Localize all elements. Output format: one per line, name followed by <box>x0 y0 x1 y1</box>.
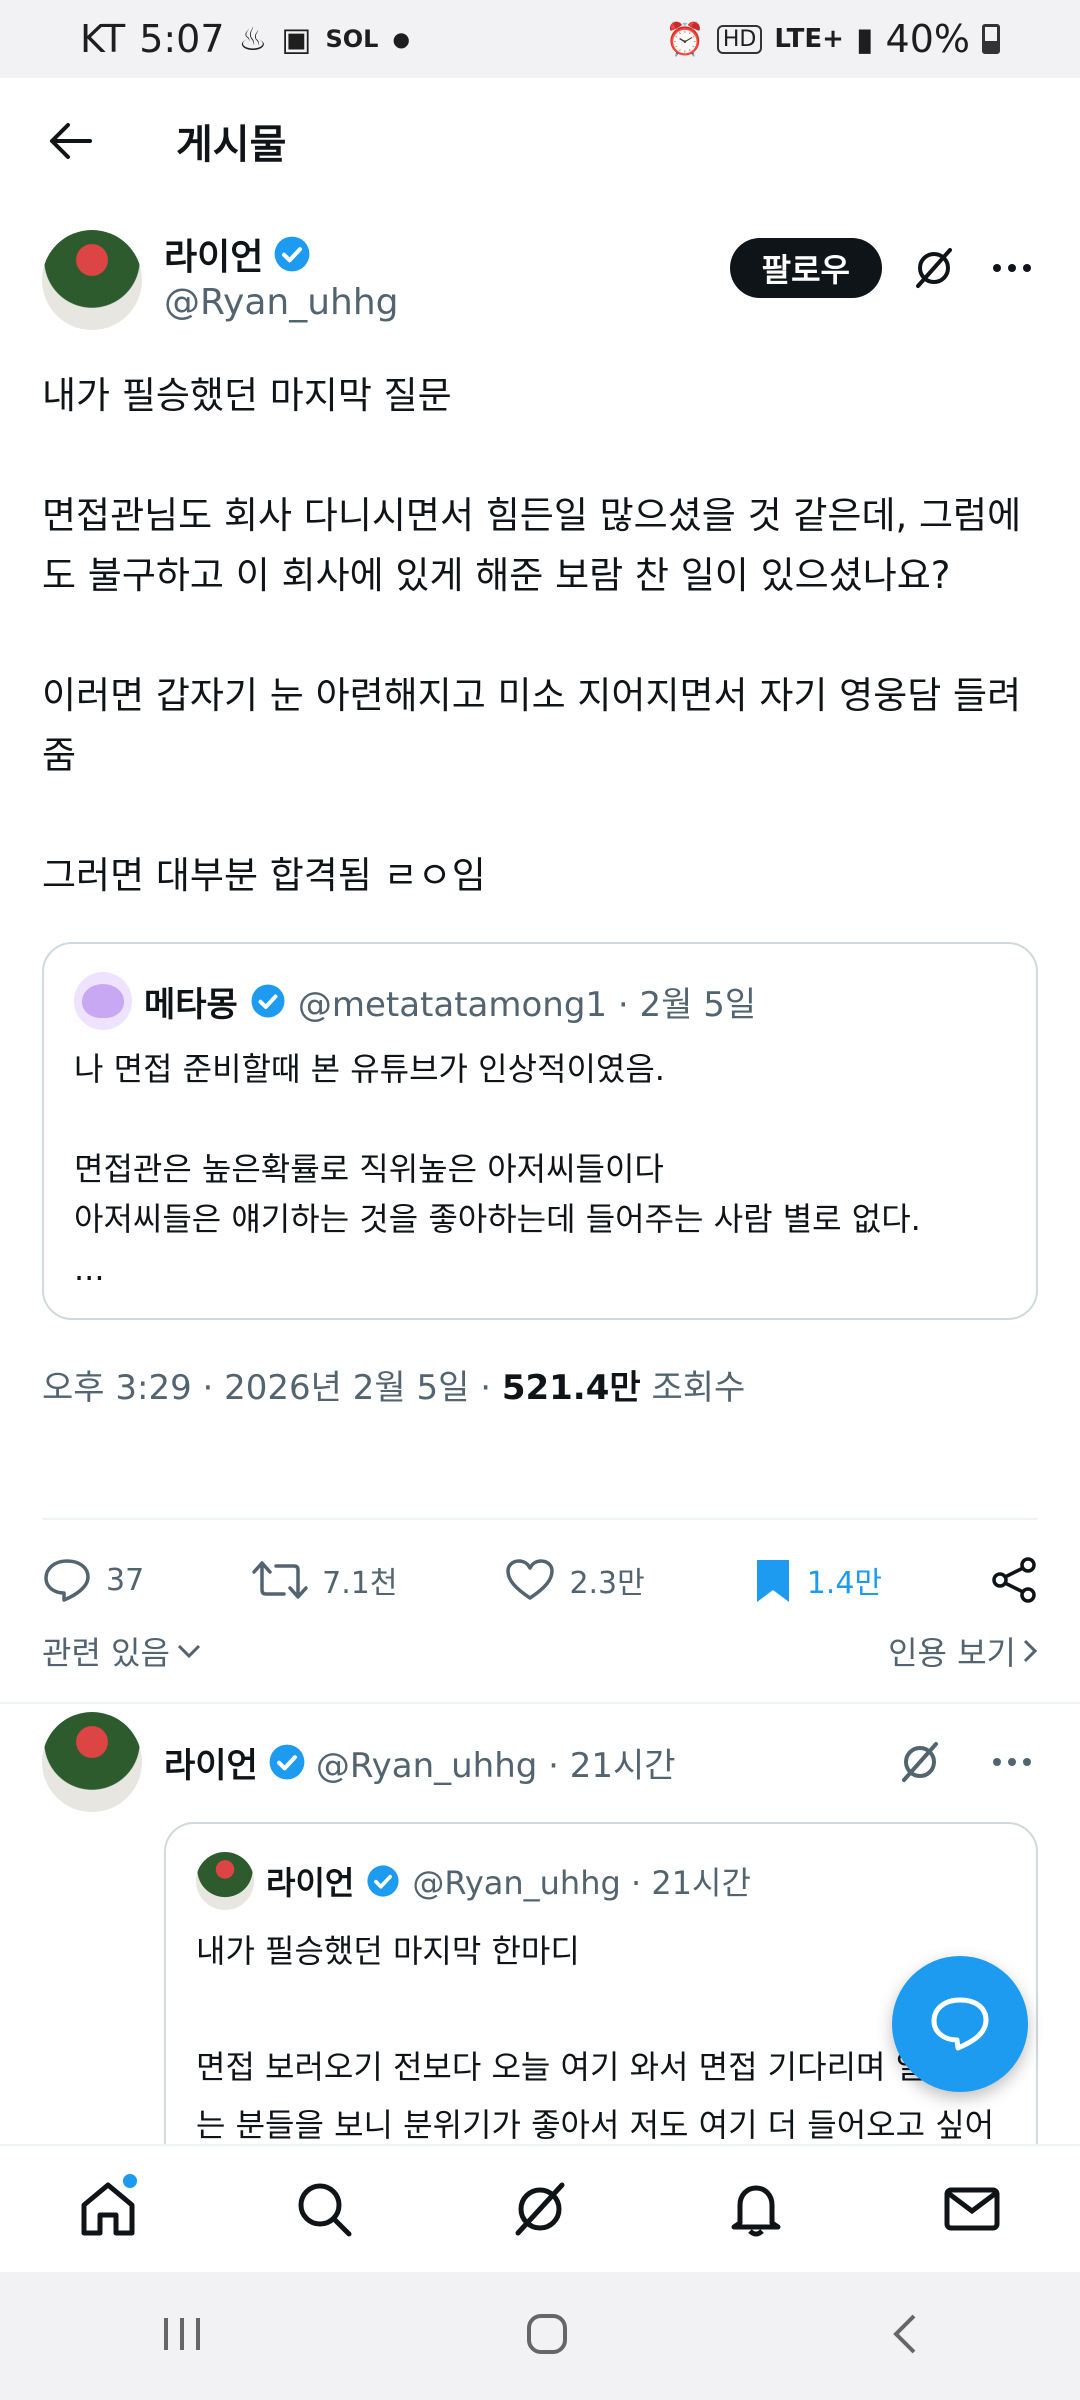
notification-dot <box>123 2174 137 2188</box>
more-notifications-icon: ● <box>392 27 410 51</box>
related-label: 관련 있음 <box>42 1634 170 1672</box>
signal-icon: ▮ <box>855 20 874 58</box>
chevron-left-icon <box>893 2314 916 2354</box>
mail-icon <box>944 2187 1000 2231</box>
like-button[interactable]: 2.3만 <box>505 1558 645 1602</box>
battery-icon <box>982 24 1000 54</box>
share-icon <box>992 1557 1036 1603</box>
bell-icon <box>731 2185 781 2237</box>
quote-avatar <box>74 972 132 1030</box>
grok-button[interactable] <box>908 242 960 294</box>
nav-home[interactable] <box>63 2164 153 2254</box>
chat-bubble-icon <box>931 1997 989 2051</box>
nav-messages[interactable] <box>927 2164 1017 2254</box>
section-divider <box>0 1702 1080 1704</box>
chevron-down-icon <box>177 1644 200 1659</box>
more-icon <box>993 264 1031 272</box>
system-nav <box>0 2272 1080 2400</box>
app-header: 게시물 <box>0 78 1080 204</box>
related-row: 관련 있음 인용 보기 <box>42 1628 1038 1674</box>
repost-button[interactable]: 7.1천 <box>252 1558 397 1602</box>
repost-icon <box>252 1561 308 1599</box>
share-button[interactable] <box>990 1556 1038 1604</box>
view-count: 521.4만 <box>501 1368 641 1408</box>
search-icon <box>298 2183 352 2237</box>
author-name[interactable]: 라이언 <box>164 228 263 280</box>
hd-badge: HD <box>716 24 763 54</box>
follow-button[interactable]: 팔로우 <box>729 238 882 298</box>
home-system-button[interactable] <box>524 2311 570 2361</box>
quote-text: 나 면접 준비할때 본 유튜브가 인상적이였음. 면접관은 높은확률로 직위높은… <box>74 1050 921 1288</box>
view-quotes-link[interactable]: 인용 보기 <box>888 1628 1038 1674</box>
main-post: 라이언 @Ryan_uhhg 팔로우 내가 필승했던 마지막 질문 면접관님도 … <box>42 230 1038 1410</box>
reply-post[interactable]: 라이언 @Ryan_uhhg · 21시간 라이언 @Ryan_uhhg · 2… <box>42 1712 1038 2222</box>
bookmark-count: 1.4만 <box>806 1566 883 1601</box>
bottom-nav <box>0 2144 1080 2272</box>
grok-icon <box>902 1742 938 1782</box>
nav-notifications[interactable] <box>711 2164 801 2254</box>
view-quotes-label: 인용 보기 <box>888 1634 1016 1672</box>
carrier: KT <box>80 17 126 61</box>
reply-grok-button[interactable] <box>894 1736 946 1788</box>
heart-icon <box>506 1559 555 1600</box>
back-system-button[interactable] <box>890 2311 920 2361</box>
verified-badge-icon <box>367 1865 399 1897</box>
quote-author-name: 메타몽 <box>144 984 238 1025</box>
bank-app-icon: SOL <box>325 25 379 53</box>
notification-icon: ♨ <box>238 20 268 58</box>
reply-avatar[interactable] <box>42 1712 142 1812</box>
recents-button[interactable] <box>160 2314 204 2358</box>
quoted-post[interactable]: 메타몽 @metatatamong1 · 2월 5일 나 면접 준비할때 본 유… <box>42 942 1038 1320</box>
repost-count: 7.1천 <box>322 1566 398 1601</box>
timestamp-text: 오후 3:29 · 2026년 2월 5일 · <box>42 1368 502 1408</box>
author-handle[interactable]: @Ryan_uhhg <box>164 282 399 323</box>
reply-author-name[interactable]: 라이언 <box>164 1738 258 1787</box>
like-count: 2.3만 <box>569 1566 645 1601</box>
verified-badge-icon <box>274 236 310 272</box>
action-bar: 37 7.1천 2.3만 1.4만 <box>42 1540 1038 1620</box>
reply-quote-handle-time: @Ryan_uhhg · 21시간 <box>412 1864 751 1902</box>
network-type: LTE+ <box>774 24 844 54</box>
home-icon <box>81 2182 135 2236</box>
more-options-button[interactable] <box>986 242 1038 294</box>
reply-quote-avatar <box>196 1852 254 1910</box>
clock: 5:07 <box>139 17 225 61</box>
compose-reply-button[interactable] <box>892 1956 1028 2092</box>
recents-icon <box>164 2318 200 2350</box>
reply-icon <box>44 1559 90 1602</box>
related-toggle[interactable]: 관련 있음 <box>42 1628 202 1674</box>
home-circle-icon <box>527 2314 567 2354</box>
more-icon <box>993 1758 1031 1766</box>
divider <box>42 1518 1038 1520</box>
arrow-left-icon <box>50 123 92 159</box>
grok-icon <box>515 2182 565 2236</box>
avatar[interactable] <box>42 230 142 330</box>
verified-badge-icon <box>269 1744 305 1780</box>
bookmark-button[interactable]: 1.4만 <box>753 1556 882 1604</box>
reply-more-button[interactable] <box>986 1736 1038 1788</box>
views-label: 조회수 <box>640 1368 746 1408</box>
alarm-icon: ⏰ <box>665 20 705 58</box>
nav-grok[interactable] <box>495 2164 585 2254</box>
verified-badge-icon <box>251 984 285 1018</box>
chevron-right-icon <box>1023 1639 1038 1663</box>
reply-quote-author: 라이언 <box>266 1864 355 1902</box>
battery-percent: 40% <box>885 17 970 61</box>
post-text: 내가 필승했던 마지막 질문 면접관님도 회사 다니시면서 힘든일 많으셨을 것… <box>42 374 1022 897</box>
reply-button[interactable]: 37 <box>42 1557 144 1603</box>
page-title: 게시물 <box>176 122 287 168</box>
gallery-icon: ▣ <box>281 20 312 58</box>
reply-count: 37 <box>106 1562 145 1598</box>
reply-handle-time: @Ryan_uhhg · 21시간 <box>315 1745 676 1786</box>
grok-icon <box>916 248 952 288</box>
back-button[interactable] <box>40 111 100 171</box>
post-timestamp: 오후 3:29 · 2026년 2월 5일 · 521.4만 조회수 <box>42 1360 1038 1410</box>
quote-handle-date: @metatatamong1 · 2월 5일 <box>297 984 757 1025</box>
status-bar: KT 5:07 ♨ ▣ SOL ● ⏰ HD LTE+ ▮ 40% <box>0 0 1080 78</box>
nav-search[interactable] <box>279 2164 369 2254</box>
bookmark-filled-icon <box>756 1560 789 1602</box>
